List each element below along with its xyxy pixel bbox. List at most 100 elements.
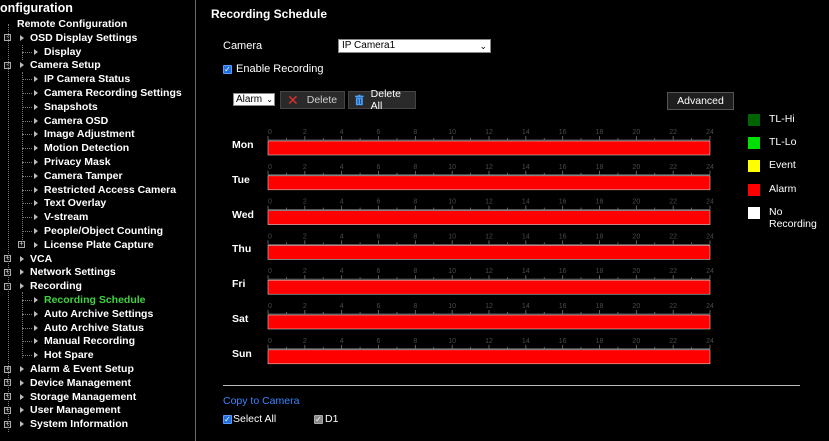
copy-to-camera-link[interactable]: Copy to Camera [223,395,299,407]
sidebar-item-label: V-stream [44,211,89,224]
day-label: Sat [232,313,249,325]
hour-tick-label: 8 [413,268,417,275]
hour-tick-label: 0 [268,129,272,136]
tree-connector [22,79,32,81]
caret-right-icon [34,90,38,96]
caret-right-icon [34,324,38,331]
sidebar-item[interactable]: Recording [20,279,82,293]
hour-tick-label: 4 [340,268,344,275]
hour-tick-label: 24 [706,129,714,136]
sidebar-item[interactable]: Auto Archive Settings [34,307,153,321]
hour-tick-label: 12 [485,338,493,345]
sidebar-item[interactable]: Camera Setup [20,58,101,72]
sidebar-item[interactable]: Auto Archive Status [34,321,144,335]
legend-swatch [748,137,760,150]
hour-tick-label: 24 [706,268,714,275]
sidebar-item[interactable]: People/Object Counting [34,224,163,238]
select-all-checkbox[interactable]: ✓ [223,415,232,424]
sidebar-item[interactable]: OSD Display Settings [20,31,137,45]
schedule-timeline[interactable]: 0 2 4 6 8 10 12 14 16 18 20 22 240 2 4 6 8 10 12 14 16 18 20 22… [196,0,829,441]
hour-tick-label: 24 [706,199,714,206]
day-schedule-segment[interactable] [267,245,711,260]
caret-right-icon [34,214,38,221]
expand-icon[interactable]: + [18,241,25,249]
hour-tick-label: 14 [522,129,530,136]
hour-tick-label: 12 [485,129,493,136]
sidebar-item[interactable]: IP Camera Status [34,72,130,86]
tree-connector [22,341,32,343]
sidebar-item[interactable]: Restricted Access Camera [34,183,176,197]
sidebar-item[interactable]: Alarm & Event Setup [20,362,134,376]
hour-tick-label: 6 [377,303,381,310]
caret-right-icon [34,297,38,303]
hour-tick-label: 12 [485,303,493,310]
hour-tick-label: 20 [632,164,640,171]
d1-checkbox[interactable]: ✓ [314,415,323,424]
hour-tick-label: 0 [268,303,272,310]
hour-tick-label: 20 [632,303,640,310]
legend-swatch [748,114,760,126]
sidebar-item[interactable]: Text Overlay [34,196,106,210]
day-schedule-segment[interactable] [267,279,711,295]
hour-tick-label: 16 [559,268,567,275]
sidebar-item[interactable]: Network Settings [20,265,116,279]
sidebar-item[interactable]: Device Management [20,376,131,390]
sidebar-item-label: Storage Management [30,390,137,403]
sidebar-item[interactable]: User Management [20,403,120,417]
hour-tick-label: 18 [596,164,604,171]
day-schedule-segment[interactable] [267,349,711,365]
config-sidebar: onfiguration Remote Configuration OSD Dis… [0,0,196,441]
sidebar-item[interactable]: Camera Tamper [34,169,123,183]
hour-tick-label: 6 [377,199,381,206]
sidebar-item[interactable]: Display [34,45,81,59]
hour-tick-label: 4 [340,129,344,136]
tree-connector [22,45,23,60]
sidebar-item[interactable]: VCA [20,252,52,266]
day-schedule-segment[interactable] [267,140,711,156]
day-schedule-segment[interactable] [267,175,711,191]
hour-tick-label: 20 [632,338,640,345]
legend-label: No Recording [769,205,817,230]
caret-right-icon [20,269,24,276]
hour-tick-label: 12 [485,268,493,275]
caret-right-icon [20,407,24,414]
sidebar-item[interactable]: Privacy Mask [34,155,111,169]
hour-tick-label: 12 [485,233,493,240]
sidebar-item-label: Camera Setup [30,59,101,72]
sidebar-item[interactable]: Camera OSD [34,114,108,128]
sidebar-item[interactable]: Recording Schedule [34,293,146,307]
sidebar-item[interactable]: Camera Recording Settings [34,86,182,100]
sidebar-item[interactable]: Hot Spare [34,348,94,362]
sidebar-item[interactable]: Image Adjustment [34,127,135,141]
sidebar-item[interactable]: System Information [20,417,128,431]
sidebar-item-label: Camera OSD [44,114,109,127]
sidebar-item[interactable]: V-stream [34,210,88,224]
sidebar-item[interactable]: Manual Recording [34,334,135,348]
hour-tick-label: 6 [377,129,381,136]
hour-tick-label: 6 [377,164,381,171]
sidebar-item[interactable]: Snapshots [34,100,98,114]
day-schedule-segment[interactable] [267,210,711,225]
tree-connector [22,134,32,136]
hour-tick-label: 8 [413,303,417,310]
sidebar-item[interactable]: Remote Configuration [17,17,127,31]
tree-connector [22,203,32,205]
tree-connector [22,72,23,242]
day-schedule-segment[interactable] [267,314,711,330]
hour-tick-label: 20 [632,233,640,240]
hour-tick-label: 4 [340,338,344,345]
sidebar-item[interactable]: Motion Detection [34,141,129,155]
caret-right-icon [20,366,24,372]
caret-right-icon [34,172,38,179]
sidebar-item-label: Image Adjustment [44,128,135,141]
sidebar-item[interactable]: License Plate Capture [34,238,154,252]
hour-tick-label: 6 [377,233,381,240]
sidebar-item-label: Manual Recording [44,335,136,348]
sidebar-item-label: Recording [30,280,82,293]
sidebar-item[interactable]: Storage Management [20,390,136,404]
hour-tick-label: 10 [448,338,456,345]
sidebar-item-label: Recording Schedule [44,294,146,306]
day-label: Mon [232,139,254,151]
hour-tick-label: 4 [340,199,344,206]
tree-connector [22,313,32,315]
